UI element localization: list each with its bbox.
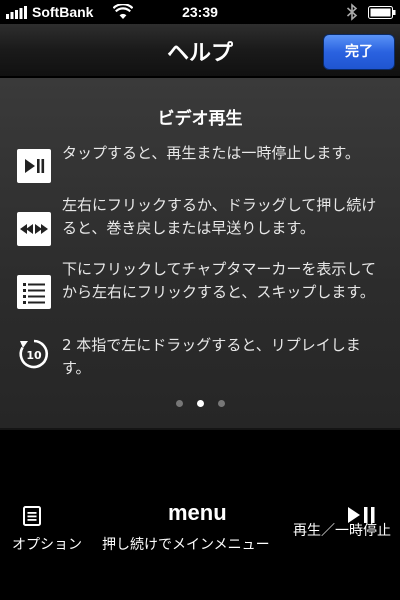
replay-10-icon: 10: [19, 339, 49, 369]
battery-icon: [368, 6, 396, 19]
page-dot[interactable]: [175, 400, 183, 407]
help-item-text: 左右にフリックするか、ドラッグして押し続けると、巻き戻しまたは早送りします。: [62, 196, 377, 237]
page-dot-active[interactable]: [196, 400, 204, 407]
options-icon: [23, 506, 41, 526]
play-pause-icon: [17, 149, 51, 183]
menu-label-icon: menu: [168, 500, 227, 525]
help-item-text: タップすると、再生または一時停止します。: [62, 144, 360, 162]
help-item-text: 下にフリックしてチャプタマーカーを表示してから左右にフリックすると、スキップしま…: [62, 260, 376, 301]
page-dot[interactable]: [217, 400, 225, 407]
options-label: オプション: [12, 537, 82, 553]
status-bar: SoftBank 23:39: [0, 0, 400, 24]
help-item-text: 2 本指で左にドラッグすると、リプレイします。: [62, 336, 361, 377]
navigation-bar: ヘルプ 完了: [0, 24, 400, 77]
help-panel[interactable]: ビデオ再生 タップすると、再生または一時停止します。 左右にフリックするか、ドラ…: [0, 78, 400, 428]
menu-hold-label: 押し続けでメインメニュー: [102, 537, 270, 553]
rewind-fastforward-icon: [17, 212, 51, 246]
chapter-list-icon: [17, 275, 51, 309]
section-title: ビデオ再生: [157, 109, 243, 129]
remote-controls-legend: オプション menu 押し続けでメインメニュー 再生／一時停止: [0, 430, 400, 600]
done-button[interactable]: 完了: [323, 34, 395, 70]
bluetooth-icon: [346, 3, 358, 21]
page-indicator[interactable]: [0, 400, 400, 407]
replay-seconds-label: 10: [26, 349, 42, 362]
play-pause-label: 再生／一時停止: [293, 523, 391, 539]
clock: 23:39: [182, 4, 218, 20]
